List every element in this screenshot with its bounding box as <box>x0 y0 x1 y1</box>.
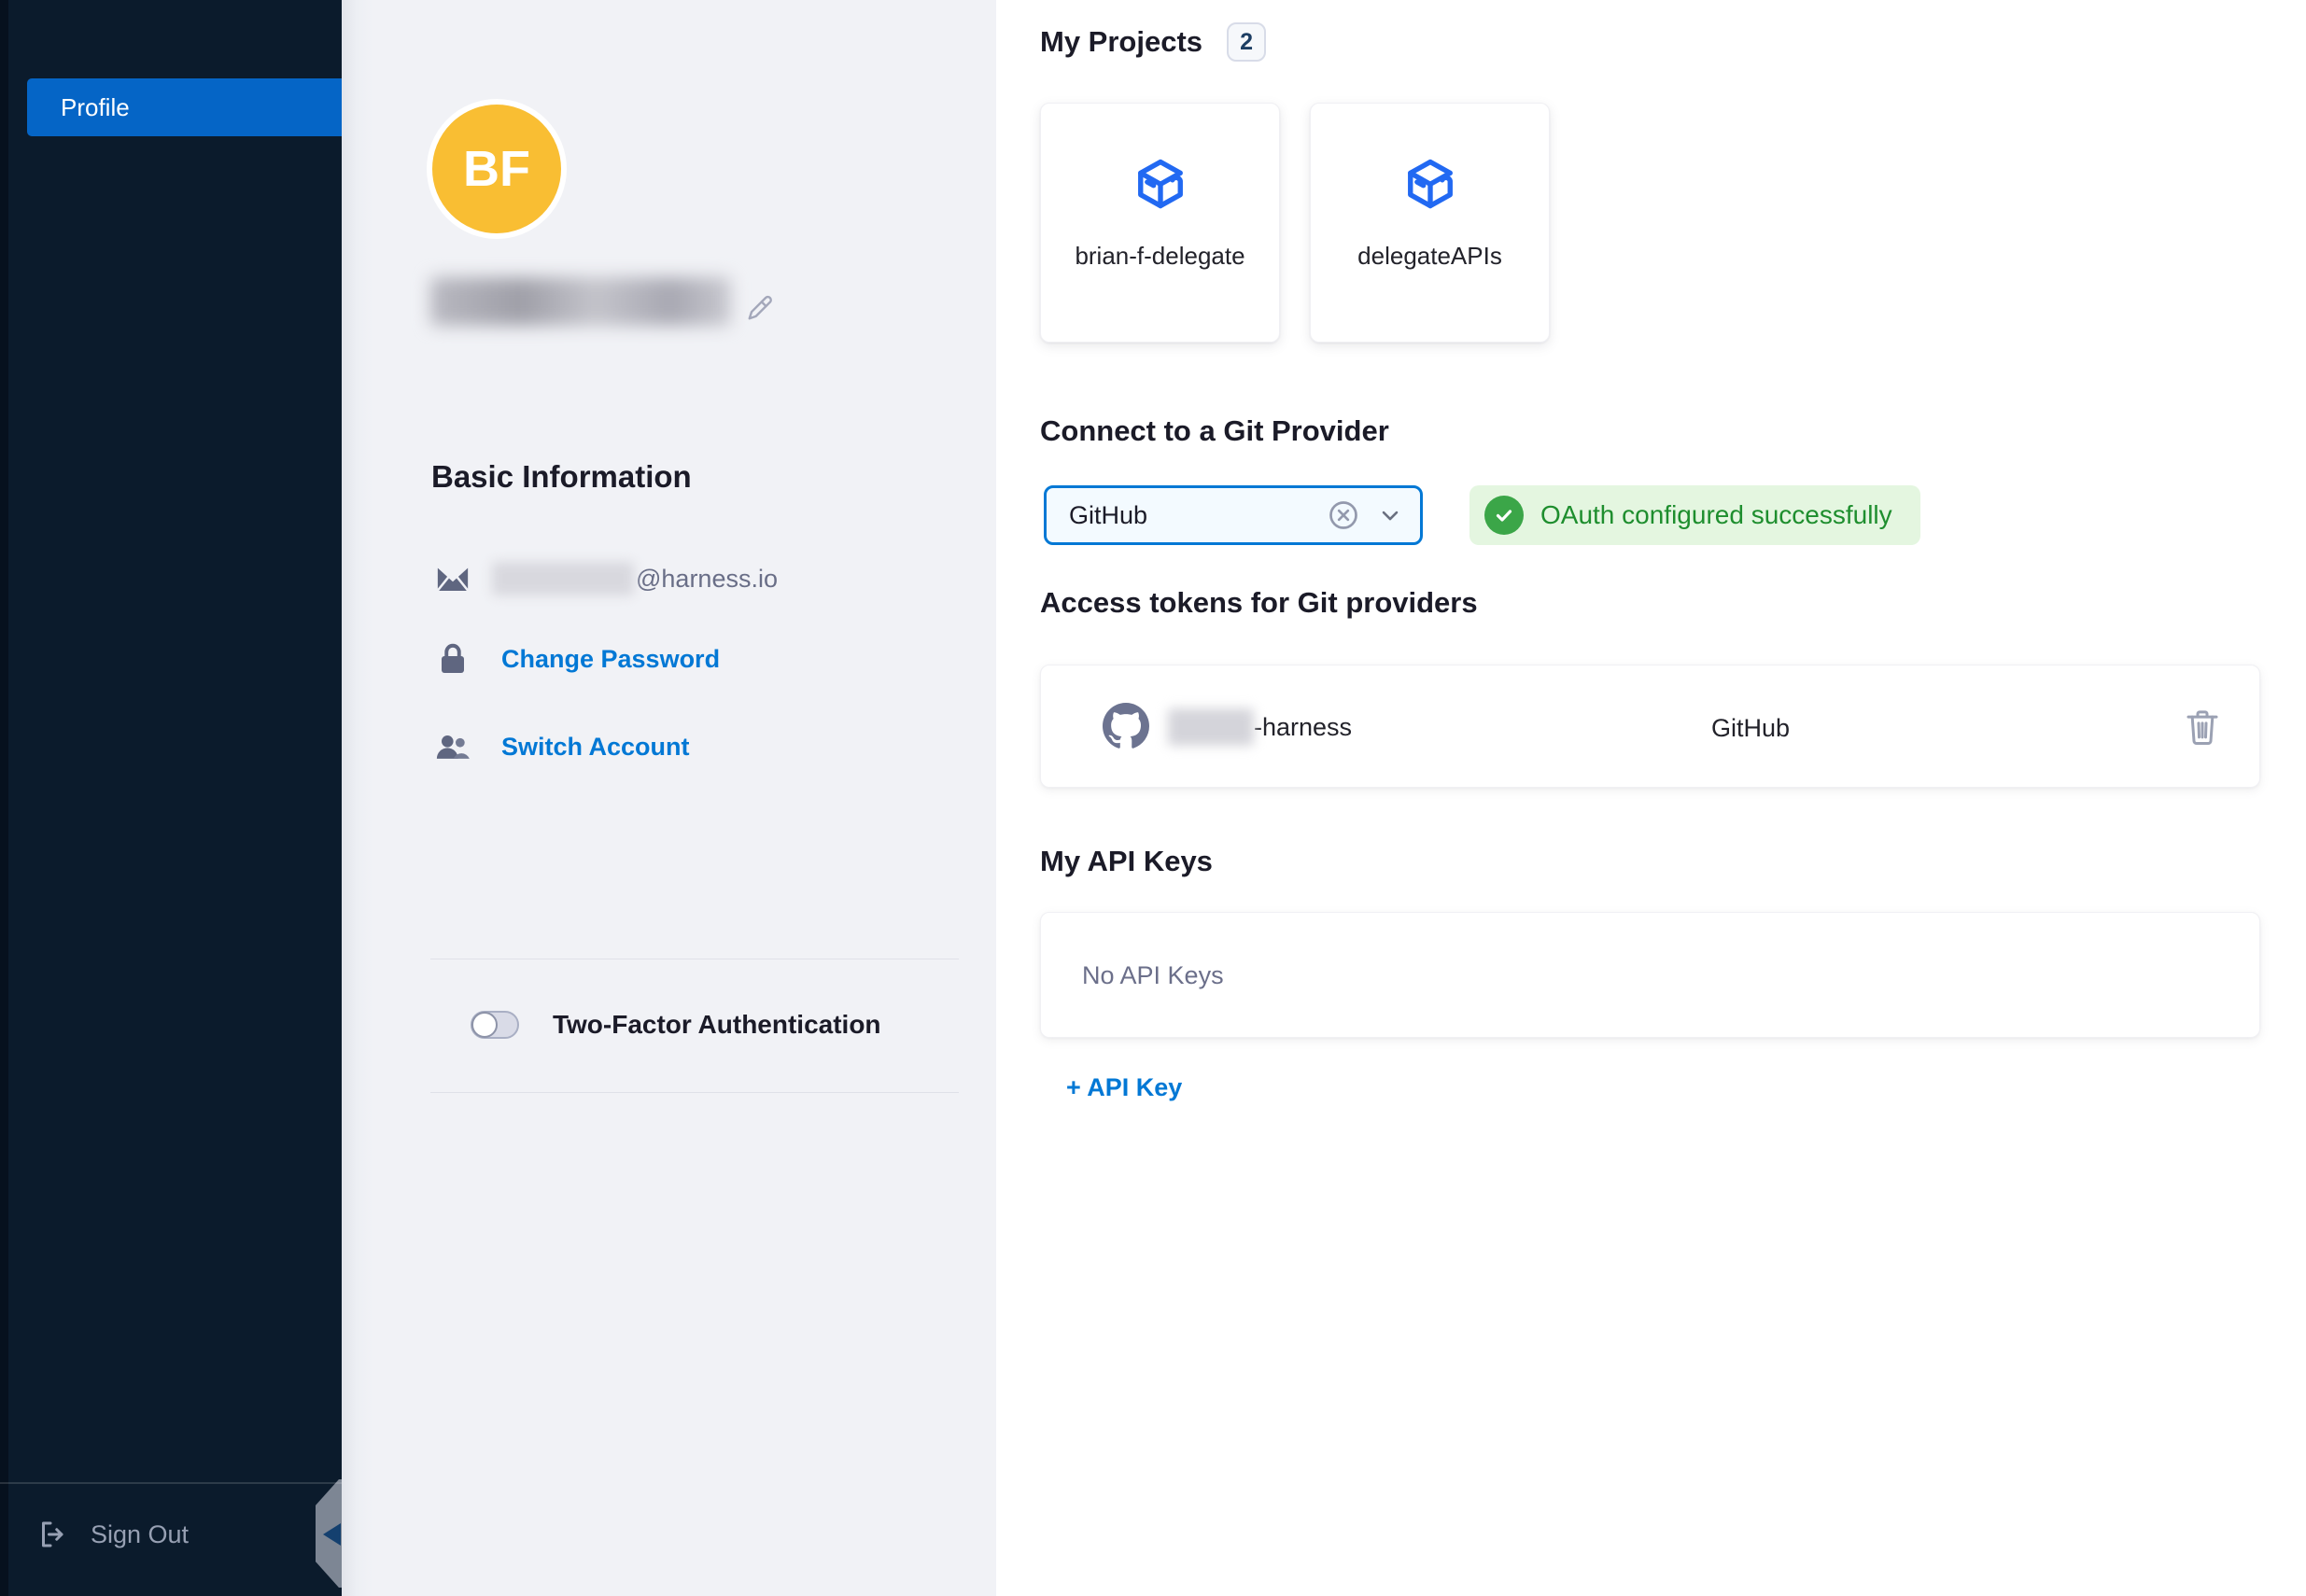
project-name: delegateAPIs <box>1357 242 1502 271</box>
token-username-redacted <box>1168 708 1254 746</box>
token-provider: GitHub <box>1711 714 1790 743</box>
sign-out-label: Sign Out <box>91 1520 189 1549</box>
logout-icon <box>36 1518 70 1551</box>
change-password-link[interactable]: Change Password <box>434 642 720 676</box>
sign-out-button[interactable]: Sign Out <box>36 1518 189 1551</box>
email-domain: @harness.io <box>636 565 778 594</box>
git-provider-select[interactable]: GitHub <box>1044 485 1423 545</box>
sidebar-item-profile-label: Profile <box>61 93 130 122</box>
my-projects-title: My Projects <box>1040 25 1202 59</box>
projects-count-badge: 2 <box>1227 22 1266 62</box>
change-password-label: Change Password <box>501 645 720 674</box>
email-value: @harness.io <box>492 562 778 595</box>
trash-icon[interactable] <box>2185 708 2220 750</box>
profile-panel: BF Basic Information @harness.io Change … <box>342 0 996 1596</box>
clear-circle-icon[interactable] <box>1327 498 1360 532</box>
oauth-status-text: OAuth configured successfully <box>1540 500 1892 530</box>
switch-account-link[interactable]: Switch Account <box>434 732 690 762</box>
sidebar-divider <box>0 1482 342 1484</box>
sidebar-item-profile[interactable]: Profile <box>27 78 342 136</box>
collapse-arrow-icon <box>323 1523 341 1546</box>
lock-icon <box>434 642 471 676</box>
avatar[interactable]: BF <box>427 99 567 239</box>
github-icon <box>1103 703 1149 754</box>
project-cube-icon <box>1399 154 1462 217</box>
sidebar-edge <box>0 0 8 1596</box>
project-cards: brian-f-delegate delegateAPIs <box>1040 103 1550 343</box>
project-card-brian-f-delegate[interactable]: brian-f-delegate <box>1040 103 1280 343</box>
two-factor-toggle[interactable] <box>471 1011 519 1039</box>
toggle-knob <box>471 1012 498 1038</box>
project-card-delegateAPIs[interactable]: delegateAPIs <box>1310 103 1550 343</box>
check-circle-icon <box>1484 496 1524 535</box>
token-username: -harness <box>1168 708 1352 746</box>
basic-information-title: Basic Information <box>431 459 692 495</box>
main-content: My Projects 2 brian-f-delegate delegateA… <box>996 0 2306 1596</box>
divider <box>430 1092 959 1093</box>
email-redacted <box>492 562 634 595</box>
api-keys-card: No API Keys <box>1040 912 2260 1038</box>
my-projects-heading: My Projects 2 <box>1040 22 1266 62</box>
api-keys-empty-message: No API Keys <box>1082 961 1224 990</box>
add-api-key-button[interactable]: + API Key <box>1066 1073 1182 1102</box>
access-tokens-heading: Access tokens for Git providers <box>1040 586 1478 620</box>
switch-account-label: Switch Account <box>501 733 690 762</box>
mail-icon <box>434 564 471 594</box>
git-provider-value: GitHub <box>1069 501 1327 530</box>
token-username-suffix: -harness <box>1254 713 1352 742</box>
token-row: -harness GitHub <box>1041 665 2259 787</box>
two-factor-row: Two-Factor Authentication <box>471 1010 881 1040</box>
two-factor-label: Two-Factor Authentication <box>553 1010 881 1040</box>
git-provider-heading: Connect to a Git Provider <box>1040 414 1389 448</box>
users-icon <box>434 732 471 762</box>
access-token-card: -harness GitHub <box>1040 665 2260 788</box>
edit-pencil-icon[interactable] <box>743 291 777 329</box>
user-name-redacted <box>430 277 731 326</box>
project-name: brian-f-delegate <box>1075 242 1244 271</box>
avatar-initials: BF <box>463 140 530 198</box>
oauth-status-badge: OAuth configured successfully <box>1469 485 1920 545</box>
chevron-down-icon[interactable] <box>1377 502 1403 528</box>
api-keys-heading: My API Keys <box>1040 845 1213 878</box>
email-row: @harness.io <box>434 562 778 595</box>
project-cube-icon <box>1129 154 1192 217</box>
sidebar: Profile Sign Out <box>0 0 342 1596</box>
